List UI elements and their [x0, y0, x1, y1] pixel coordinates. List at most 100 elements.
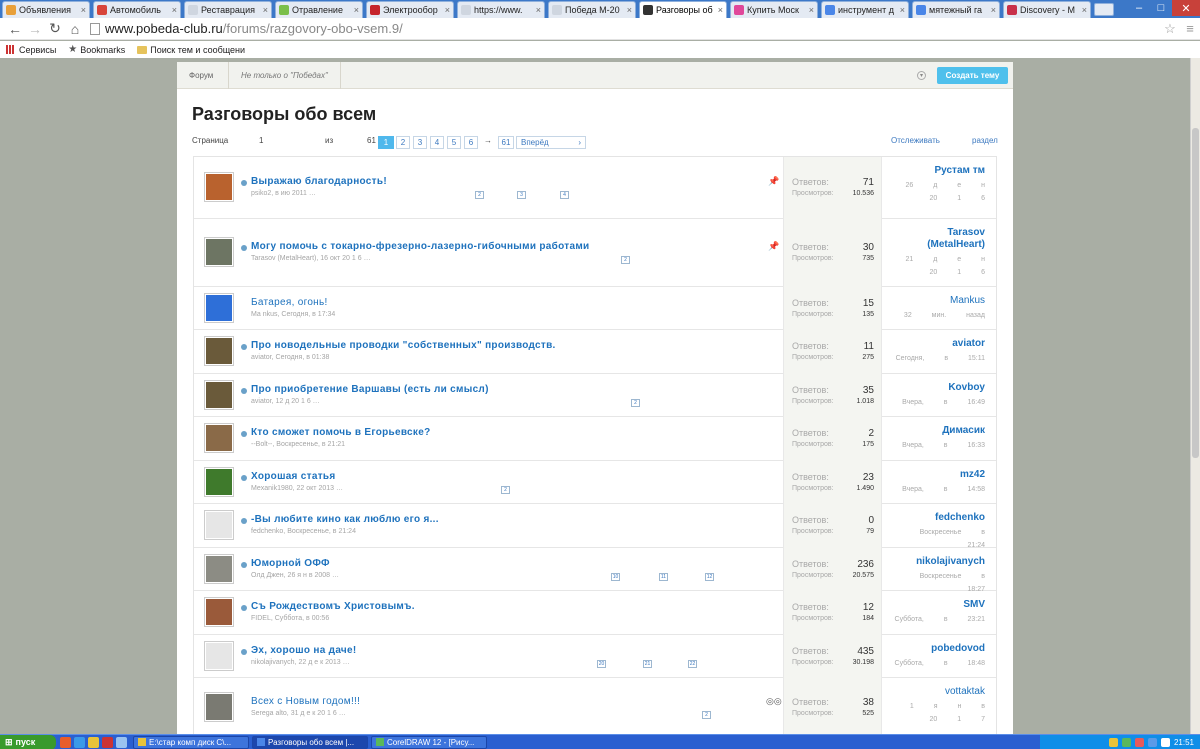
avatar[interactable]	[204, 597, 234, 627]
topic-page-link[interactable]: 2	[702, 711, 711, 719]
browser-tab[interactable]: Автомобиль ×	[93, 1, 181, 18]
unread-bullet-icon[interactable]	[241, 518, 247, 524]
tab-close-icon[interactable]: ×	[536, 5, 541, 15]
pager-current-input[interactable]: 1	[259, 136, 263, 145]
topic-page-link[interactable]: 3	[517, 191, 526, 199]
last-poster-link[interactable]: vottaktak	[945, 686, 985, 697]
avatar[interactable]	[204, 380, 234, 410]
section-link[interactable]: раздел	[972, 136, 998, 145]
watch-link[interactable]: Отслеживать	[891, 136, 940, 145]
browser-tab[interactable]: Объявления ×	[2, 1, 90, 18]
pager-next-button[interactable]: Вперёд ›	[516, 136, 586, 149]
topic-page-link[interactable]: 21	[643, 660, 652, 668]
new-tab-button[interactable]	[1094, 3, 1114, 16]
browser-tab[interactable]: https://www. ×	[457, 1, 545, 18]
jump-menu-icon[interactable]: ▾	[917, 71, 926, 80]
avatar[interactable]	[204, 692, 234, 722]
back-icon[interactable]: ←	[6, 20, 24, 38]
browser-tab[interactable]: Отравление ×	[275, 1, 363, 18]
page-3[interactable]: 3	[413, 136, 427, 149]
maximize-icon[interactable]: □	[1150, 0, 1172, 16]
avatar[interactable]	[204, 554, 234, 584]
taskbar-window-button[interactable]: CorelDRAW 12 - [Рису...	[371, 735, 487, 749]
tab-close-icon[interactable]: ×	[809, 5, 814, 15]
forward-icon[interactable]: →	[26, 20, 44, 38]
last-poster-link[interactable]: Рустам тм	[935, 165, 985, 176]
home-icon[interactable]: ⌂	[66, 20, 84, 38]
last-poster-link[interactable]: aviator	[952, 338, 985, 349]
topic-page-link[interactable]: 11	[659, 573, 668, 581]
page-5[interactable]: 5	[447, 136, 461, 149]
tray-icon[interactable]	[1134, 738, 1144, 747]
firefox-icon[interactable]	[60, 736, 71, 748]
opera-icon[interactable]	[102, 736, 113, 748]
topic-page-link[interactable]: 2	[475, 191, 484, 199]
scrollbar-thumb[interactable]	[1192, 128, 1199, 458]
topic-page-link[interactable]: 4	[560, 191, 569, 199]
topic-page-link[interactable]: 10	[611, 573, 620, 581]
menu-icon[interactable]: ≡	[1180, 21, 1200, 36]
last-poster-link[interactable]: pobedovod	[931, 643, 985, 654]
avatar[interactable]	[204, 510, 234, 540]
unread-bullet-icon[interactable]	[241, 605, 247, 611]
unread-bullet-icon[interactable]	[241, 562, 247, 568]
last-poster-link[interactable]: nikolajivanych	[916, 556, 985, 567]
browser-tab[interactable]: Электрообор ×	[366, 1, 454, 18]
tab-close-icon[interactable]: ×	[627, 5, 632, 15]
topic-title-link[interactable]: Могу помочь с токарно-фрезерно-лазерно-г…	[251, 241, 589, 252]
page-4[interactable]: 4	[430, 136, 444, 149]
topic-title-link[interactable]: Всех с Новым годом!!!	[251, 696, 360, 707]
browser-tab[interactable]: мятежный га ×	[912, 1, 1000, 18]
last-poster-link[interactable]: SMV	[963, 599, 985, 610]
volume-icon[interactable]	[1160, 738, 1170, 747]
avatar[interactable]	[204, 237, 234, 267]
topic-page-link[interactable]: 20	[597, 660, 606, 668]
unread-bullet-icon[interactable]	[241, 180, 247, 186]
explorer-icon[interactable]	[88, 736, 99, 748]
reload-icon[interactable]: ↻	[46, 20, 64, 38]
tab-close-icon[interactable]: ×	[718, 5, 723, 15]
page-1[interactable]: 1	[378, 136, 394, 149]
breadcrumb-section[interactable]: Не только о "Победах"	[229, 61, 341, 89]
unread-bullet-icon[interactable]	[241, 475, 247, 481]
browser-tab[interactable]: Победа М-20 ×	[548, 1, 636, 18]
unread-bullet-icon[interactable]	[241, 388, 247, 394]
browser-tab[interactable]: Купить Моск ×	[730, 1, 818, 18]
page-2[interactable]: 2	[396, 136, 410, 149]
page-scrollbar[interactable]	[1190, 58, 1200, 734]
page-last[interactable]: 61	[498, 136, 514, 149]
topic-title-link[interactable]: Эх, хорошо на даче!	[251, 645, 357, 656]
close-icon[interactable]: ✕	[1172, 0, 1200, 16]
topic-page-link[interactable]: 2	[621, 256, 630, 264]
bookmark-services[interactable]: Сервисы	[6, 45, 56, 55]
bookmark-bookmarks[interactable]: ★ Bookmarks	[68, 44, 125, 55]
last-poster-link[interactable]: Kovboy	[948, 382, 985, 393]
last-poster-link[interactable]: fedchenko	[935, 512, 985, 523]
topic-page-link[interactable]: 22	[688, 660, 697, 668]
tab-close-icon[interactable]: ×	[81, 5, 86, 15]
tab-close-icon[interactable]: ×	[991, 5, 996, 15]
topic-title-link[interactable]: Батарея, огонь!	[251, 297, 328, 308]
avatar[interactable]	[204, 293, 234, 323]
tab-close-icon[interactable]: ×	[354, 5, 359, 15]
topic-title-link[interactable]: Кто сможет помочь в Егорьевске?	[251, 427, 431, 438]
tab-close-icon[interactable]: ×	[172, 5, 177, 15]
start-button[interactable]: ⊞ пуск	[0, 734, 56, 749]
topic-title-link[interactable]: Про новодельные проводки "собственных" п…	[251, 340, 556, 351]
unread-bullet-icon[interactable]	[241, 431, 247, 437]
tab-close-icon[interactable]: ×	[445, 5, 450, 15]
create-thread-button[interactable]: Создать тему	[937, 67, 1008, 84]
page-6[interactable]: 6	[464, 136, 478, 149]
ie-icon[interactable]	[74, 736, 85, 748]
topic-title-link[interactable]: Съ Рождествомъ Христовымъ.	[251, 601, 415, 612]
topic-page-link[interactable]: 2	[501, 486, 510, 494]
topic-page-link[interactable]: 2	[631, 399, 640, 407]
topic-title-link[interactable]: Юморной ОФФ	[251, 558, 330, 569]
tab-close-icon[interactable]: ×	[1082, 5, 1087, 15]
avatar[interactable]	[204, 641, 234, 671]
avatar[interactable]	[204, 423, 234, 453]
tray-icon[interactable]	[1147, 738, 1157, 747]
browser-tab[interactable]: инструмент д ×	[821, 1, 909, 18]
unread-bullet-icon[interactable]	[241, 344, 247, 350]
last-poster-link[interactable]: Tarasov (MetalHeart)	[905, 227, 985, 251]
